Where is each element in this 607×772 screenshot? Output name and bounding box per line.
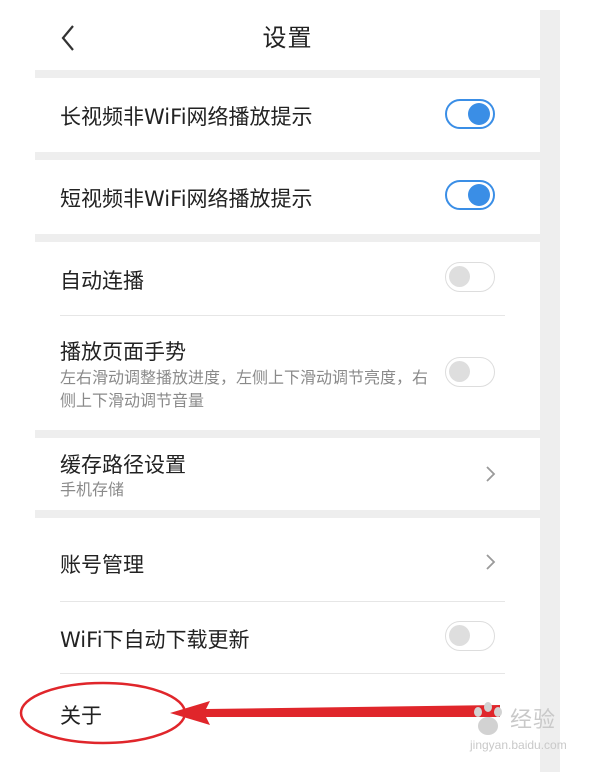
- toggle-knob: [468, 103, 490, 125]
- scrollbar-track: [540, 10, 560, 772]
- watermark-url: jingyan.baidu.com: [470, 738, 567, 752]
- setting-account[interactable]: 账号管理: [35, 518, 540, 602]
- setting-short-video-wifi[interactable]: 短视频非WiFi网络播放提示: [35, 160, 540, 234]
- paw-logo-icon: [474, 702, 502, 735]
- baidu-watermark: 经验 jingyan.baidu.com: [466, 700, 601, 760]
- setting-label: WiFi下自动下载更新: [60, 628, 250, 652]
- section-divider: [35, 152, 540, 160]
- setting-value: 手机存储: [60, 480, 125, 499]
- setting-cache-path[interactable]: 缓存路径设置 手机存储: [35, 438, 540, 510]
- section-divider: [35, 510, 540, 518]
- setting-label: 自动连播: [60, 269, 144, 293]
- chevron-right-icon: [486, 466, 496, 482]
- setting-label: 缓存路径设置: [60, 453, 186, 477]
- page-title: 设置: [262, 24, 313, 52]
- setting-label: 播放页面手势: [60, 340, 186, 364]
- toggle-knob: [449, 361, 470, 382]
- setting-wifi-auto-update[interactable]: WiFi下自动下载更新: [35, 602, 540, 674]
- setting-long-video-wifi[interactable]: 长视频非WiFi网络播放提示: [35, 78, 540, 152]
- setting-label: 账号管理: [60, 553, 144, 577]
- long-video-wifi-toggle[interactable]: [445, 99, 495, 129]
- section-divider: [35, 70, 540, 78]
- setting-autoplay[interactable]: 自动连播: [35, 242, 540, 315]
- wifi-auto-update-toggle[interactable]: [445, 621, 495, 651]
- setting-label: 短视频非WiFi网络播放提示: [60, 187, 313, 211]
- section-divider: [35, 234, 540, 242]
- setting-label: 关于: [60, 704, 102, 728]
- short-video-wifi-toggle[interactable]: [445, 180, 495, 210]
- setting-description: 左右滑动调整播放进度，左侧上下滑动调节亮度，右侧上下滑动调节音量: [60, 368, 429, 410]
- setting-label: 长视频非WiFi网络播放提示: [60, 105, 313, 129]
- watermark-text: 经验: [510, 708, 557, 733]
- header-bar: 设置: [35, 0, 540, 70]
- setting-about[interactable]: 关于: [35, 674, 540, 754]
- gesture-toggle[interactable]: [445, 357, 495, 387]
- setting-gesture[interactable]: 播放页面手势 左右滑动调整播放进度，左侧上下滑动调节亮度，右侧上下滑动调节音量: [35, 316, 540, 430]
- autoplay-toggle[interactable]: [445, 262, 495, 292]
- toggle-knob: [468, 184, 490, 206]
- section-divider: [35, 430, 540, 438]
- toggle-knob: [449, 266, 470, 287]
- toggle-knob: [449, 625, 470, 646]
- settings-screen: 设置 长视频非WiFi网络播放提示 短视频非WiFi网络播放提示 自动连播 播放…: [0, 0, 607, 772]
- chevron-right-icon: [486, 554, 496, 570]
